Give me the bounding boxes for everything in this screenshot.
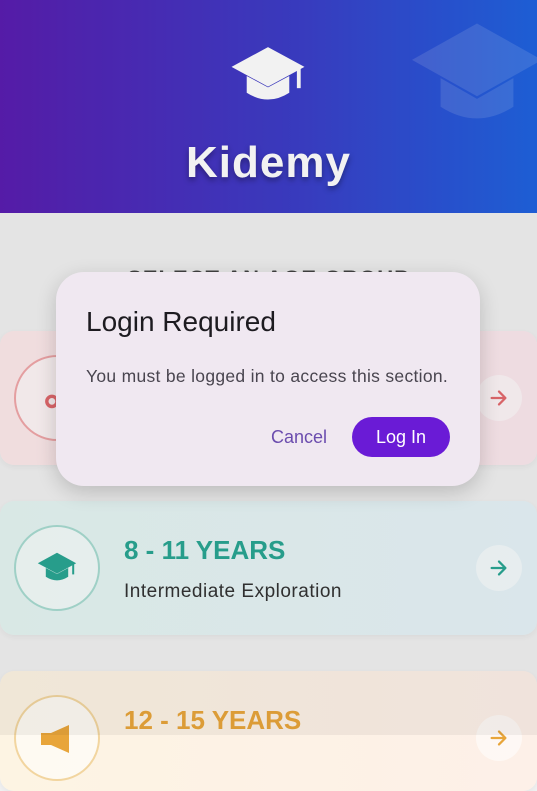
dialog-message: You must be logged in to access this sec…: [86, 366, 449, 386]
login-required-dialog: Login Required You must be logged in to …: [56, 272, 480, 486]
dialog-title: Login Required: [86, 306, 276, 337]
cancel-button[interactable]: Cancel: [262, 417, 336, 457]
log-in-button[interactable]: Log In: [352, 417, 450, 457]
